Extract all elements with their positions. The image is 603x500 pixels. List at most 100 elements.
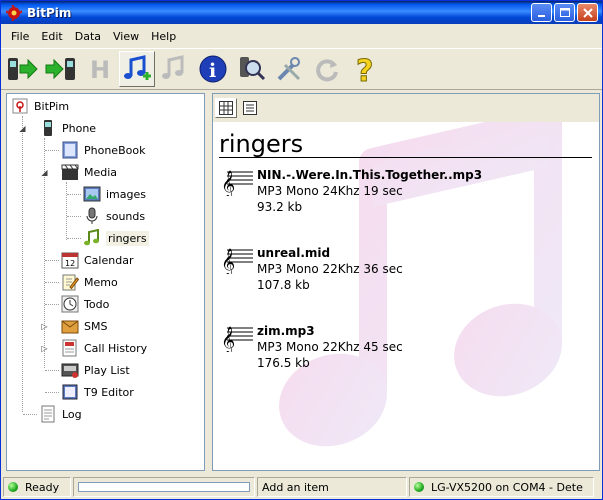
- tree-item-sounds[interactable]: sounds: [83, 206, 145, 226]
- svg-text:i: i: [209, 60, 216, 82]
- h-letter-icon: H: [90, 56, 110, 84]
- send-phone-data-button[interactable]: [43, 51, 79, 87]
- delete-ringer-button[interactable]: [157, 51, 193, 87]
- magnifier-icon: [240, 57, 266, 81]
- menu-bar: File Edit Data View Help: [1, 26, 182, 46]
- collapse-phone-icon[interactable]: ◢: [18, 124, 27, 133]
- tree-label: Media: [84, 165, 118, 179]
- list-view-icon: [243, 101, 257, 115]
- info-button[interactable]: i: [195, 51, 231, 87]
- navigation-tree[interactable]: BitPim ◢ Phone PhoneBook ◢ Media images …: [6, 93, 205, 471]
- tree-label: Memo: [84, 275, 118, 289]
- expand-call-history-icon[interactable]: ▷: [40, 344, 49, 353]
- ringer-name: NIN.-.Were.In.This.Together..mp3: [257, 168, 483, 182]
- tree-item-t9-editor[interactable]: T9 Editor: [61, 382, 134, 402]
- maximize-button[interactable]: [554, 3, 575, 22]
- tree-item-images[interactable]: images: [83, 184, 146, 204]
- ringer-meta: MP3 Mono 22Khz 36 sec: [257, 262, 403, 276]
- refresh-icon: [316, 59, 338, 82]
- menu-view[interactable]: View: [107, 28, 145, 45]
- ringer-meta: MP3 Mono 22Khz 45 sec: [257, 340, 403, 354]
- html-view-button[interactable]: H: [81, 51, 117, 87]
- detect-phone-button[interactable]: [233, 51, 269, 87]
- playlist-icon: [61, 363, 79, 378]
- ringer-item[interactable]: 𝄞 zim.mp3 MP3 Mono 22Khz 45 sec 176.5 kb: [221, 324, 581, 374]
- tree-item-calendar[interactable]: 12 Calendar: [61, 250, 133, 270]
- minimize-button[interactable]: [531, 3, 552, 22]
- tree-item-sms[interactable]: SMS: [61, 316, 107, 336]
- toolbar: H i ?: [1, 48, 602, 90]
- ringer-item[interactable]: 𝄞 unreal.mid MP3 Mono 22Khz 36 sec 107.8…: [221, 246, 581, 296]
- title-bar[interactable]: BitPim: [1, 1, 602, 24]
- bitpim-antenna-icon: [12, 98, 28, 114]
- collapse-media-icon[interactable]: ◢: [40, 168, 49, 177]
- tree-item-bitpim[interactable]: BitPim: [11, 96, 69, 116]
- tree-label: BitPim: [34, 99, 70, 113]
- tree-label: T9 Editor: [84, 385, 134, 399]
- ringers-content[interactable]: ringers 𝄞 NIN.-.Were.In.This.Together..m…: [213, 122, 599, 470]
- tree-item-media[interactable]: Media: [61, 162, 117, 182]
- expand-sms-icon[interactable]: ▷: [40, 322, 49, 331]
- memo-pencil-icon: [62, 274, 79, 291]
- tools-icon: [277, 57, 301, 81]
- add-ringer-button[interactable]: [119, 51, 155, 87]
- app-window: BitPim File Edit Data View Help H i ? Bi…: [0, 0, 603, 500]
- tree-label: sounds: [106, 209, 146, 223]
- status-ready: Ready: [3, 477, 71, 497]
- tree-item-phonebook[interactable]: PhoneBook: [61, 140, 145, 160]
- status-bar: Ready Add an item LG-VX5200 on COM4 - De…: [1, 475, 602, 499]
- heading-divider: [219, 157, 592, 158]
- refresh-button[interactable]: [309, 51, 345, 87]
- pc-to-phone-icon: [45, 58, 75, 80]
- ringer-size: 93.2 kb: [257, 200, 303, 214]
- calendar-icon: 12: [61, 252, 79, 269]
- svg-text:𝄞: 𝄞: [221, 326, 235, 352]
- ringers-panel: ringers 𝄞 NIN.-.Were.In.This.Together..m…: [212, 93, 600, 471]
- window-title: BitPim: [27, 5, 72, 20]
- tree-label: Call History: [84, 341, 148, 355]
- status-phone-text: LG-VX5200 on COM4 - Dete: [431, 480, 583, 494]
- ringer-size: 176.5 kb: [257, 356, 310, 370]
- minimize-icon: [537, 14, 545, 17]
- menu-data[interactable]: Data: [69, 28, 107, 45]
- tree-item-log[interactable]: Log: [39, 404, 82, 424]
- ready-indicator-icon: [8, 482, 18, 492]
- ringer-name: zim.mp3: [257, 324, 315, 338]
- get-phone-data-button[interactable]: [5, 51, 41, 87]
- tree-label: ringers: [106, 230, 149, 246]
- settings-button[interactable]: [271, 51, 307, 87]
- svg-text:H: H: [90, 56, 110, 84]
- call-history-icon: [62, 339, 77, 357]
- menu-edit[interactable]: Edit: [35, 28, 68, 45]
- add-music-icon: [124, 55, 151, 80]
- svg-text:12: 12: [65, 259, 75, 268]
- tree-item-play-list[interactable]: Play List: [61, 360, 130, 380]
- images-icon: [83, 186, 101, 202]
- t9-editor-icon: [62, 384, 78, 400]
- close-button[interactable]: [577, 3, 598, 22]
- treble-clef-icon: 𝄞: [221, 248, 253, 274]
- help-button[interactable]: ?: [347, 51, 383, 87]
- progress-bar: [78, 482, 250, 492]
- maximize-icon: [559, 7, 570, 17]
- menu-help[interactable]: Help: [145, 28, 182, 45]
- media-clapper-icon: [61, 164, 79, 180]
- tree-item-memo[interactable]: Memo: [61, 272, 118, 292]
- icon-view-button[interactable]: [215, 98, 237, 118]
- tree-label: Log: [62, 407, 82, 421]
- menu-file[interactable]: File: [5, 28, 35, 45]
- tree-label: Play List: [84, 363, 130, 377]
- list-view-button[interactable]: [239, 98, 261, 118]
- status-progress: [73, 477, 255, 497]
- status-ready-text: Ready: [25, 480, 60, 494]
- status-phone: LG-VX5200 on COM4 - Dete: [409, 477, 594, 497]
- tree-item-ringers[interactable]: ringers: [83, 228, 149, 248]
- ringer-item[interactable]: 𝄞 NIN.-.Were.In.This.Together..mp3 MP3 M…: [221, 168, 581, 218]
- log-document-icon: [41, 405, 55, 423]
- treble-clef-icon: 𝄞: [221, 326, 253, 352]
- bitpim-logo-icon: [6, 4, 22, 21]
- ringer-name: unreal.mid: [257, 246, 331, 260]
- tree-item-call-history[interactable]: Call History: [61, 338, 147, 358]
- tree-item-todo[interactable]: Todo: [61, 294, 109, 314]
- tree-item-phone[interactable]: Phone: [39, 118, 96, 138]
